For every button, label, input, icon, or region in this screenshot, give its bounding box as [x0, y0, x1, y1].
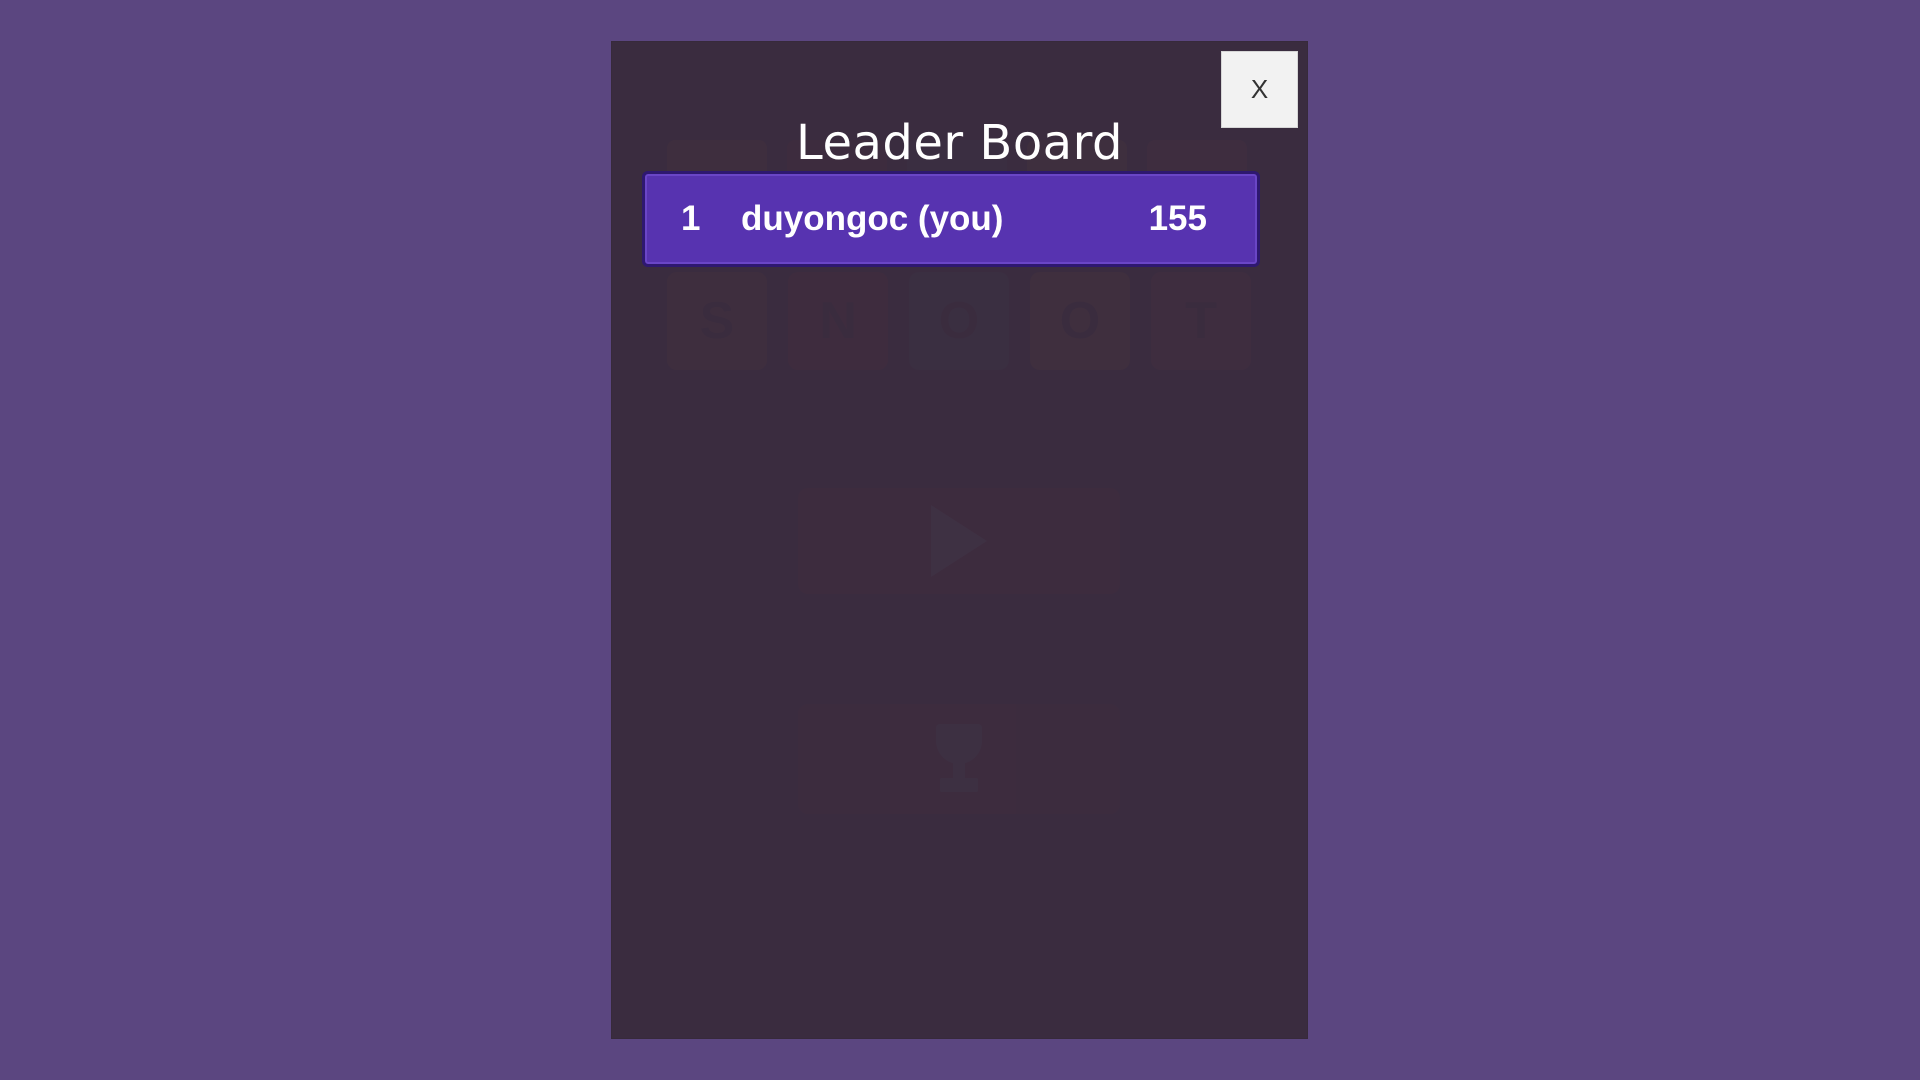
row-rank: 1: [681, 199, 701, 238]
row-score: 155: [1148, 199, 1207, 238]
modal-title: Leader Board: [796, 115, 1123, 171]
leaderboard-list: 1 duyongoc (you) 155: [642, 171, 1260, 267]
row-player-name: duyongoc (you): [741, 199, 1004, 238]
leaderboard-modal: Leader Board X 1 duyongoc (you) 155: [611, 41, 1308, 1039]
close-button[interactable]: X: [1221, 51, 1298, 128]
stage: S N O O T Leader Board X 1 duyongoc (you…: [0, 0, 1920, 1080]
leaderboard-row: 1 duyongoc (you) 155: [642, 171, 1260, 267]
